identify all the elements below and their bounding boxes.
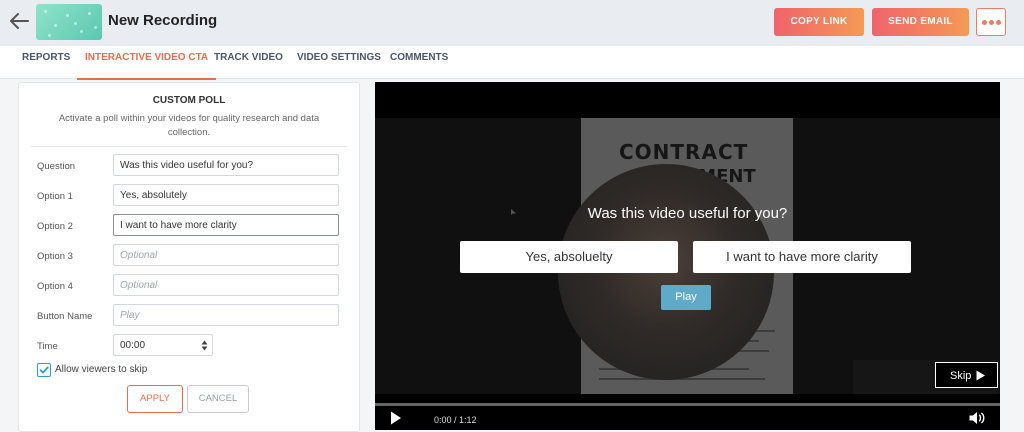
- allow-skip-label: Allow viewers to skip: [55, 364, 148, 375]
- button-name-label: Button Name: [37, 311, 93, 322]
- option-2-label: Option 2: [37, 221, 73, 232]
- option-2-input[interactable]: I want to have more clarity: [113, 214, 339, 236]
- button-name-input[interactable]: Play: [113, 304, 339, 326]
- page-title: New Recording: [108, 12, 218, 29]
- time-label: Time: [37, 341, 58, 352]
- copy-link-button[interactable]: COPY LINK: [774, 8, 864, 36]
- skip-button[interactable]: Skip: [935, 362, 998, 388]
- tab-video-settings[interactable]: VIDEO SETTINGS: [297, 46, 381, 78]
- tab-interactive-video-cta[interactable]: INTERACTIVE VIDEO CTA: [77, 46, 217, 80]
- time-value: 00:00: [120, 340, 146, 351]
- document-heading: CONTRACT: [619, 140, 749, 164]
- question-label: Question: [37, 161, 76, 172]
- tab-bar: REPORTS INTERACTIVE VIDEO CTA TRACK VIDE…: [0, 46, 1024, 80]
- video-player[interactable]: CONTRACT AGREEMENT Was this video useful…: [375, 82, 1000, 430]
- panel-description: Activate a poll within your videos for q…: [58, 113, 320, 138]
- option-3-input[interactable]: Optional: [113, 244, 339, 266]
- video-time: 0:00 / 1:12: [434, 415, 477, 425]
- send-email-button[interactable]: SEND EMAIL: [872, 8, 969, 36]
- skip-label: Skip: [950, 370, 972, 382]
- time-stepper[interactable]: 00:00: [113, 334, 213, 356]
- arrow-left-icon[interactable]: [8, 10, 30, 32]
- tab-reports[interactable]: REPORTS: [22, 46, 70, 78]
- poll-question: Was this video useful for you?: [587, 205, 788, 222]
- apply-button[interactable]: APPLY: [127, 385, 183, 413]
- panel-title: CUSTOM POLL: [152, 95, 226, 106]
- poll-option-1-button[interactable]: Yes, absoluelty: [460, 241, 678, 273]
- allow-skip-checkbox[interactable]: [37, 363, 51, 377]
- spinner-arrows-icon[interactable]: [201, 340, 208, 351]
- option-4-label: Option 4: [37, 281, 73, 292]
- custom-poll-panel: CUSTOM POLL Activate a poll within your …: [18, 82, 360, 432]
- recording-thumbnail: [36, 4, 102, 40]
- tab-track-video[interactable]: TRACK VIDEO: [214, 46, 283, 78]
- volume-icon[interactable]: [969, 411, 987, 425]
- poll-option-2-button[interactable]: I want to have more clarity: [693, 241, 911, 273]
- top-bar: New Recording COPY LINK SEND EMAIL: [0, 0, 1024, 47]
- tab-comments[interactable]: COMMENTS: [390, 46, 448, 78]
- skip-arrow-icon: [976, 370, 985, 381]
- option-4-input[interactable]: Optional: [113, 274, 339, 296]
- option-1-label: Option 1: [37, 191, 73, 202]
- option-1-input[interactable]: Yes, absolutely: [113, 184, 339, 206]
- poll-play-button[interactable]: Play: [661, 285, 711, 310]
- option-3-label: Option 3: [37, 251, 73, 262]
- divider: [31, 146, 347, 147]
- play-icon[interactable]: [390, 411, 402, 425]
- cancel-button[interactable]: CANCEL: [187, 385, 249, 413]
- more-dots-icon[interactable]: [976, 8, 1006, 36]
- question-input[interactable]: Was this video useful for you?: [113, 154, 339, 176]
- checkmark-icon: [39, 366, 49, 374]
